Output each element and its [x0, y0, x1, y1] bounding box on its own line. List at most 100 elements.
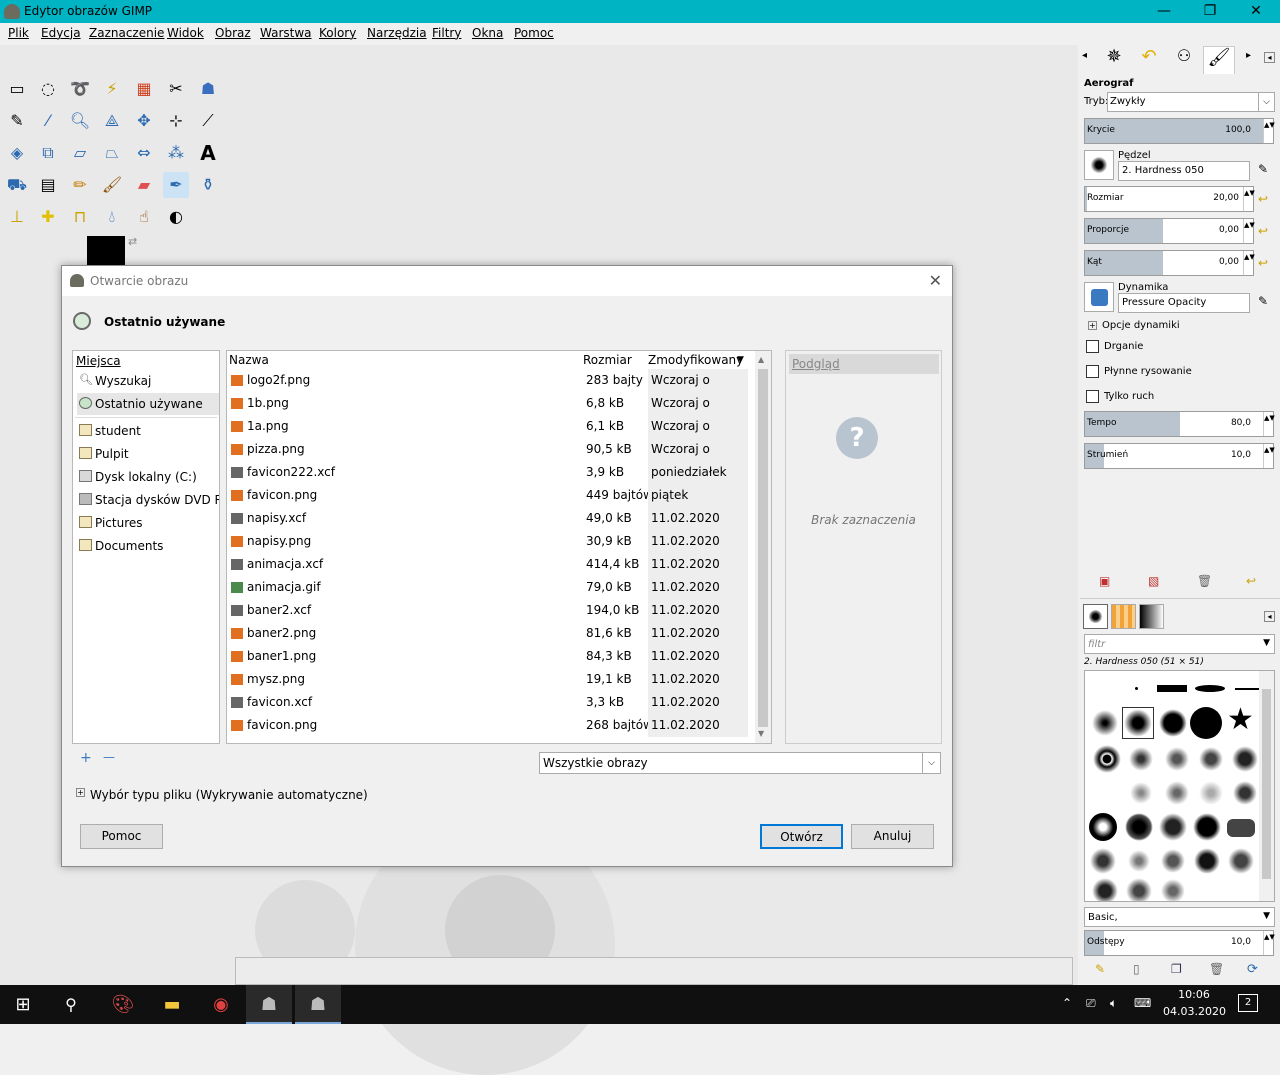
spin-icon[interactable]: ▲▼ — [1263, 119, 1275, 143]
spacing-slider[interactable]: Odstępy 10,0 ▲▼ — [1084, 930, 1275, 956]
zoom-tool-icon[interactable]: 🔍︎ — [67, 108, 93, 134]
expander-plus-icon[interactable]: + — [76, 788, 85, 797]
file-type-expander[interactable]: Wybór typu pliku (Wykrywanie automatyczn… — [90, 788, 368, 802]
network-icon[interactable]: ⎚ — [1086, 996, 1096, 1011]
motion-only-checkbox[interactable] — [1086, 390, 1099, 403]
foreground-select-tool-icon[interactable]: ☗ — [195, 76, 221, 102]
remove-bookmark-button[interactable]: — — [103, 750, 115, 764]
brush-item[interactable] — [1163, 745, 1191, 773]
airbrush-tool-icon[interactable]: ✒ — [163, 172, 189, 198]
search-icon[interactable]: ⚲ — [48, 985, 94, 1024]
restore-options-icon[interactable]: ▧ — [1148, 574, 1159, 588]
file-row[interactable]: 1a.png 6,1 kB Wczoraj o 11:33 — [227, 415, 755, 456]
menu-narzedzia[interactable]: Narzędzia — [367, 26, 427, 40]
brush-item[interactable] — [1163, 779, 1191, 807]
tray-expand-icon[interactable]: ⌃ — [1062, 996, 1072, 1010]
reset-aspect-icon[interactable]: ↩ — [1258, 224, 1268, 238]
dynamics-options-expander[interactable]: Opcje dynamiki — [1102, 320, 1180, 331]
menu-widok[interactable]: Widok — [167, 26, 204, 40]
brush-item[interactable] — [1089, 813, 1117, 841]
file-filter-select[interactable]: Wszystkie obrazy ⌵ — [539, 752, 941, 774]
reset-size-icon[interactable]: ↩ — [1258, 192, 1268, 206]
brush-item[interactable] — [1127, 745, 1155, 773]
scissors-tool-icon[interactable]: ✂ — [163, 76, 189, 102]
ellipse-select-tool-icon[interactable]: ◌ — [35, 76, 61, 102]
tab-scroll-left-icon[interactable]: ◂ — [1082, 50, 1087, 61]
menu-obraz[interactable]: Obraz — [215, 26, 251, 40]
menu-okna[interactable]: Okna — [472, 26, 503, 40]
brush-item[interactable] — [1197, 779, 1225, 807]
spin-icon[interactable]: ▲▼ — [1243, 251, 1255, 275]
file-row[interactable]: mysz.png 19,1 kB 11.02.2020 — [227, 668, 755, 691]
rate-slider[interactable]: Tempo 80,0 ▲▼ — [1084, 411, 1275, 437]
scrollbar-thumb[interactable] — [758, 369, 768, 727]
expander-plus-icon[interactable]: + — [1088, 321, 1097, 330]
size-slider[interactable]: Rozmiar 20,00 ▲▼ — [1084, 186, 1255, 212]
dynamics-button[interactable] — [1084, 282, 1114, 312]
file-row[interactable]: baner2.png 81,6 kB 11.02.2020 — [227, 622, 755, 645]
tab-gradients[interactable] — [1139, 604, 1164, 629]
clock-time[interactable]: 10:06 — [1166, 988, 1222, 1001]
align-tool-icon[interactable]: ⊹ — [163, 108, 189, 134]
brush-item[interactable] — [1197, 745, 1225, 773]
spin-icon[interactable]: ▲▼ — [1243, 219, 1255, 243]
brush-item[interactable] — [1159, 813, 1187, 841]
ink-tool-icon[interactable]: ⚱ — [195, 172, 221, 198]
clock-date[interactable]: 04.03.2020 — [1163, 1005, 1226, 1018]
file-row[interactable]: 1b.png 6,8 kB Wczoraj o 11:34 — [227, 392, 755, 433]
gradient-tool-icon[interactable]: ▤ — [35, 172, 61, 198]
crop-tool-icon[interactable]: ⟋ — [195, 108, 221, 134]
lasso-tool-icon[interactable]: ➰ — [67, 76, 93, 102]
brush-item[interactable] — [1193, 847, 1221, 875]
delete-brush-icon[interactable]: 🗑︎ — [1209, 962, 1224, 976]
brush-tag-select[interactable]: Basic, ▼ — [1084, 907, 1275, 927]
perspective-clone-tool-icon[interactable]: ⊓ — [67, 204, 93, 230]
brush-item[interactable] — [1159, 877, 1187, 901]
brush-item[interactable] — [1231, 745, 1259, 773]
file-row[interactable]: favicon.png 268 bajtów 11.02.2020 — [227, 714, 755, 737]
duplicate-brush-icon[interactable]: ❐ — [1171, 962, 1182, 976]
scroll-up-icon[interactable]: ▲ — [758, 355, 764, 364]
brush-grid-scrollbar[interactable] — [1259, 671, 1274, 901]
brush-item[interactable] — [1157, 685, 1187, 692]
pencil-tool-icon[interactable]: ✏ — [67, 172, 93, 198]
column-modified-header[interactable]: Zmodyfikowany — [648, 353, 743, 367]
brush-item[interactable] — [1190, 707, 1222, 739]
brush-item[interactable] — [1091, 877, 1119, 901]
menu-edycja[interactable]: Edycja — [41, 26, 81, 40]
refresh-brushes-icon[interactable]: ⟳ — [1247, 962, 1258, 977]
brush-item[interactable] — [1093, 745, 1121, 773]
dynamics-name-field[interactable]: Pressure Opacity — [1118, 293, 1250, 313]
menu-plik[interactable]: Plik — [8, 26, 29, 40]
place-pulpit[interactable]: Pulpit — [77, 443, 219, 465]
tab-device-status-icon[interactable]: ✵ — [1098, 46, 1130, 74]
color-picker-tool-icon[interactable]: ⁄ — [35, 108, 61, 134]
gimp-taskbar-icon[interactable]: ☗ — [246, 985, 292, 1024]
scale-tool-icon[interactable]: ⧉ — [35, 140, 61, 166]
volume-muted-icon[interactable]: 🔈︎ — [1110, 996, 1117, 1011]
tab-pointer-icon[interactable]: ⚇ — [1168, 46, 1200, 74]
place-pictures[interactable]: Pictures — [77, 512, 219, 534]
tab-scroll-right-icon[interactable]: ▸ — [1246, 50, 1251, 61]
eraser-tool-icon[interactable]: ▰ — [131, 172, 157, 198]
foreground-color-swatch[interactable] — [87, 236, 125, 266]
smudge-tool-icon[interactable]: ☝ — [131, 204, 157, 230]
file-row[interactable]: baner1.png 84,3 kB 11.02.2020 — [227, 645, 755, 668]
rotate-tool-icon[interactable]: ◈ — [4, 140, 30, 166]
file-row[interactable]: favicon222.xcf 3,9 kB poniedziałek — [227, 461, 755, 484]
menu-filtry[interactable]: Filtry — [432, 26, 461, 40]
paths-tool-icon[interactable]: ✎ — [4, 108, 30, 134]
swap-colors-icon[interactable]: ⇄ — [128, 235, 137, 248]
tab-patterns[interactable] — [1111, 604, 1136, 629]
place-documents[interactable]: Documents — [77, 535, 219, 557]
minimize-button[interactable]: — — [1141, 0, 1187, 23]
place-search[interactable]: 🔍︎ Wyszukaj — [77, 370, 219, 392]
place-recent[interactable]: Ostatnio używane — [77, 393, 219, 415]
file-row[interactable]: baner2.xcf 194,0 kB 11.02.2020 — [227, 599, 755, 622]
file-row[interactable]: favicon.xcf 3,3 kB 11.02.2020 — [227, 691, 755, 714]
column-size-header[interactable]: Rozmiar — [583, 353, 632, 367]
brush-item[interactable] — [1127, 779, 1155, 807]
measure-tool-icon[interactable]: ⟁ — [99, 108, 125, 134]
new-brush-icon[interactable]: ▯ — [1133, 962, 1140, 976]
paintbrush-tool-icon[interactable]: 🖌︎ — [99, 172, 125, 198]
